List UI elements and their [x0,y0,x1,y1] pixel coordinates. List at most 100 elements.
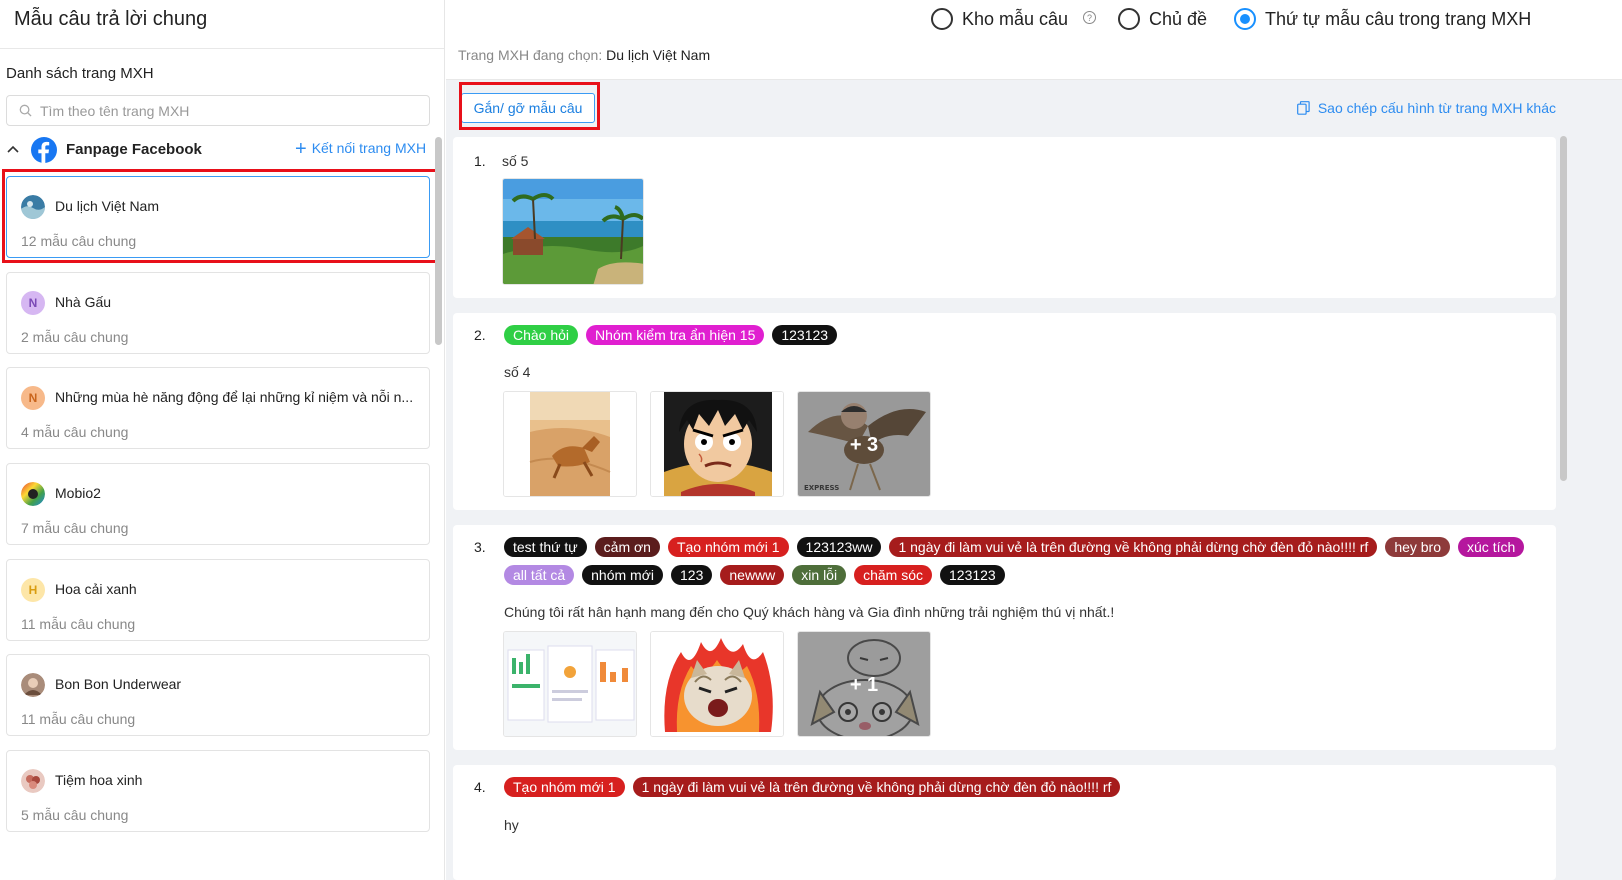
tag: xin lỗi [792,565,847,585]
connect-page-link[interactable]: + Kết nối trang MXH [295,139,427,159]
page-item[interactable]: N Nhà Gấu 2 mẫu câu chung [6,272,430,354]
scrollbar[interactable] [435,137,442,345]
tag: Nhóm kiểm tra ẩn hiện 15 [586,325,765,345]
template-tags: Chào hỏi Nhóm kiểm tra ẩn hiện 15 123123 [504,325,1544,345]
page-template-count: 12 mẫu câu chung [21,233,137,249]
more-images-overlay[interactable]: + 1 [798,632,930,736]
template-item[interactable]: 1. số 5 [453,137,1556,298]
image-thumbnail[interactable] [650,391,784,497]
template-text: số 5 [502,153,529,169]
copy-config-link[interactable]: Sao chép cấu hình từ trang MXH khác [1296,100,1556,116]
selected-page-value: Du lịch Việt Nam [606,47,711,63]
tag: 123123 [940,565,1005,585]
page-item[interactable]: Du lịch Việt Nam 12 mẫu câu chung [6,176,430,258]
page-name: Bon Bon Underwear [55,676,182,692]
page-item[interactable]: Tiệm hoa xinh 5 mẫu câu chung [6,750,430,832]
tag: 123123 [772,325,838,345]
tag: all tất cả [504,565,575,585]
radio-circle [1118,8,1140,30]
plus-icon: + [295,138,307,160]
page-name: Tiệm hoa xinh [55,772,143,788]
page-avatar [21,482,45,506]
page-list-label: Danh sách trang MXH [6,65,154,82]
image-thumbnail[interactable] [503,391,637,497]
page-name: Nhà Gấu [55,294,112,310]
page-template-count: 5 mẫu câu chung [21,807,129,823]
help-icon[interactable]: ? [1083,11,1096,24]
radio-label: Kho mẫu câu [962,9,1069,29]
template-item[interactable]: 4. Tạo nhóm mới 1 1 ngày đi làm vui vẻ l… [453,765,1556,880]
page-item[interactable]: N Những mùa hè năng động để lại những kỉ… [6,367,430,449]
attach-detach-template-button[interactable]: Gắn/ gỡ mẫu câu [461,93,595,123]
radio-circle [931,8,953,30]
scrollbar[interactable] [1560,136,1567,481]
image-thumbnail[interactable] [503,631,637,737]
tag: Chào hỏi [504,325,579,345]
page-list-panel: Mẫu câu trả lời chung Danh sách trang MX… [0,0,445,880]
page-item[interactable]: Bon Bon Underwear 11 mẫu câu chung [6,654,430,736]
page-avatar: N [21,291,45,315]
app-screenshot-image [504,632,636,736]
tag: Tạo nhóm mới 1 [504,777,625,797]
template-tags: test thứ tự cảm ơn Tạo nhóm mới 1 123123… [504,537,1544,585]
page-config-panel: Kho mẫu câu ? Chủ đề Thứ tự mẫu câu tron… [446,0,1622,880]
tag: nhóm mới [582,565,664,585]
page-template-count: 4 mẫu câu chung [21,424,129,440]
dog-desert-image [504,392,636,496]
facebook-icon [31,137,57,163]
page-avatar: H [21,578,45,602]
group-header-facebook: Fanpage Facebook + Kết nối trang MXH [0,137,440,163]
template-item[interactable]: 3. test thứ tự cảm ơn Tạo nhóm mới 1 123… [453,525,1556,750]
page-item[interactable]: H Hoa cải xanh 11 mẫu câu chung [6,559,430,641]
radio-circle [1234,8,1256,30]
template-order-number: 3. [474,539,486,555]
template-item[interactable]: 2. Chào hỏi Nhóm kiểm tra ẩn hiện 15 123… [453,313,1556,510]
template-order-number: 1. [474,153,486,169]
template-text: số 4 [504,364,531,380]
image-thumbnail[interactable]: + 1 [797,631,931,737]
more-images-overlay[interactable]: + 3 [798,392,930,496]
page-name: Hoa cải xanh [55,581,137,597]
selected-page-label: Trang MXH đang chọn: [458,47,603,63]
template-images: + 1 [503,631,931,737]
connect-page-label: Kết nối trang MXH [311,140,427,156]
panel-title: Mẫu câu trả lời chung [14,8,208,30]
template-tags: Tạo nhóm mới 1 1 ngày đi làm vui vẻ là t… [504,777,1544,797]
view-mode-radios: Kho mẫu câu ? Chủ đề Thứ tự mẫu câu tron… [446,8,1622,32]
page-template-count: 11 mẫu câu chung [21,711,136,727]
group-name: Fanpage Facebook [66,141,202,158]
radio-label: Thứ tự mẫu câu trong trang MXH [1265,9,1532,29]
beach-image [503,179,643,284]
page-list: Du lịch Việt Nam 12 mẫu câu chung N Nhà … [0,168,440,880]
tag: xúc tích [1458,537,1525,557]
search-input[interactable] [40,100,420,122]
tag: Tạo nhóm mới 1 [667,537,789,557]
page-template-count: 7 mẫu câu chung [21,520,129,536]
template-images [502,178,644,285]
search-icon [19,104,32,117]
image-thumbnail[interactable]: EXPRESS + 3 [797,391,931,497]
tag: test thứ tự [504,537,587,557]
tag: 123 [671,565,713,585]
template-images: EXPRESS + 3 [503,391,931,497]
divider [0,48,444,49]
search-box[interactable] [6,95,430,126]
tag: hey bro [1385,537,1451,557]
tag: cảm ơn [594,537,660,557]
copy-icon [1296,101,1310,115]
image-thumbnail[interactable] [502,178,644,285]
page-avatar [21,769,45,793]
tag: newww [720,565,785,585]
image-thumbnail[interactable] [650,631,784,737]
template-order-number: 4. [474,779,486,795]
page-item[interactable]: Mobio2 7 mẫu câu chung [6,463,430,545]
tag: 1 ngày đi làm vui vẻ là trên đường về kh… [889,537,1378,557]
angry-cat-image [651,632,783,736]
chevron-up-icon[interactable] [6,142,20,156]
selected-page-info: Trang MXH đang chọn: Du lịch Việt Nam [458,47,710,63]
tag: chăm sóc [854,565,932,585]
page-template-count: 11 mẫu câu chung [21,616,136,632]
page-avatar [21,195,45,219]
template-text: hy [504,817,519,833]
page-template-count: 2 mẫu câu chung [21,329,129,345]
